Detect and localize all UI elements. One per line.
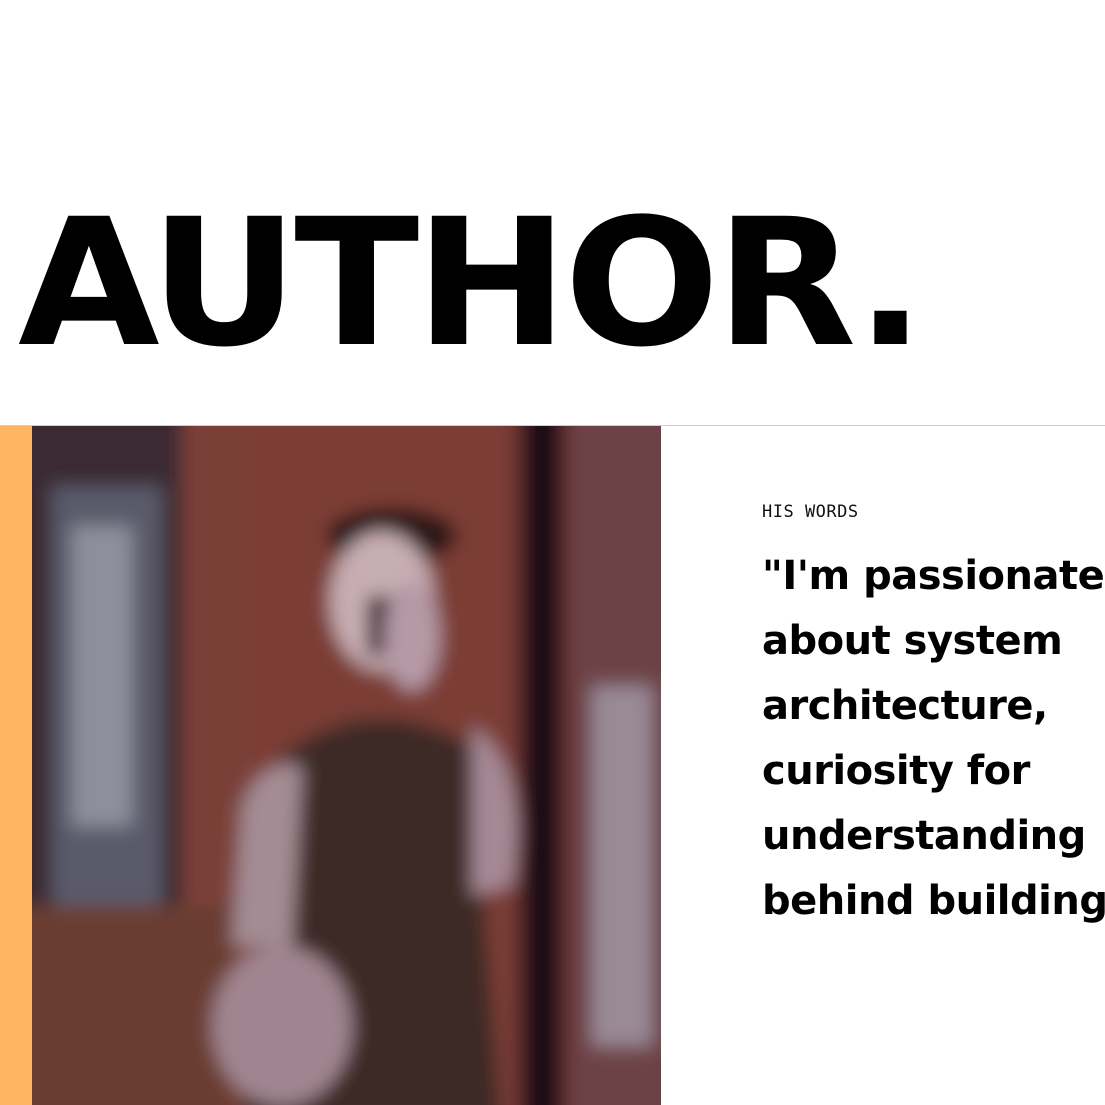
page-title: AUTHOR. (18, 181, 925, 386)
author-quote: "I'm passionate about system architectur… (762, 553, 1105, 944)
quote-container: "I'm passionate about system architectur… (762, 544, 1105, 944)
author-photo (32, 426, 661, 1105)
person-photo-icon (32, 426, 661, 1105)
page: AUTHOR. HIS WORDS "I'm passionate about … (0, 0, 1105, 1105)
section-label: HIS WORDS (762, 502, 859, 522)
accent-bar (0, 426, 32, 1105)
